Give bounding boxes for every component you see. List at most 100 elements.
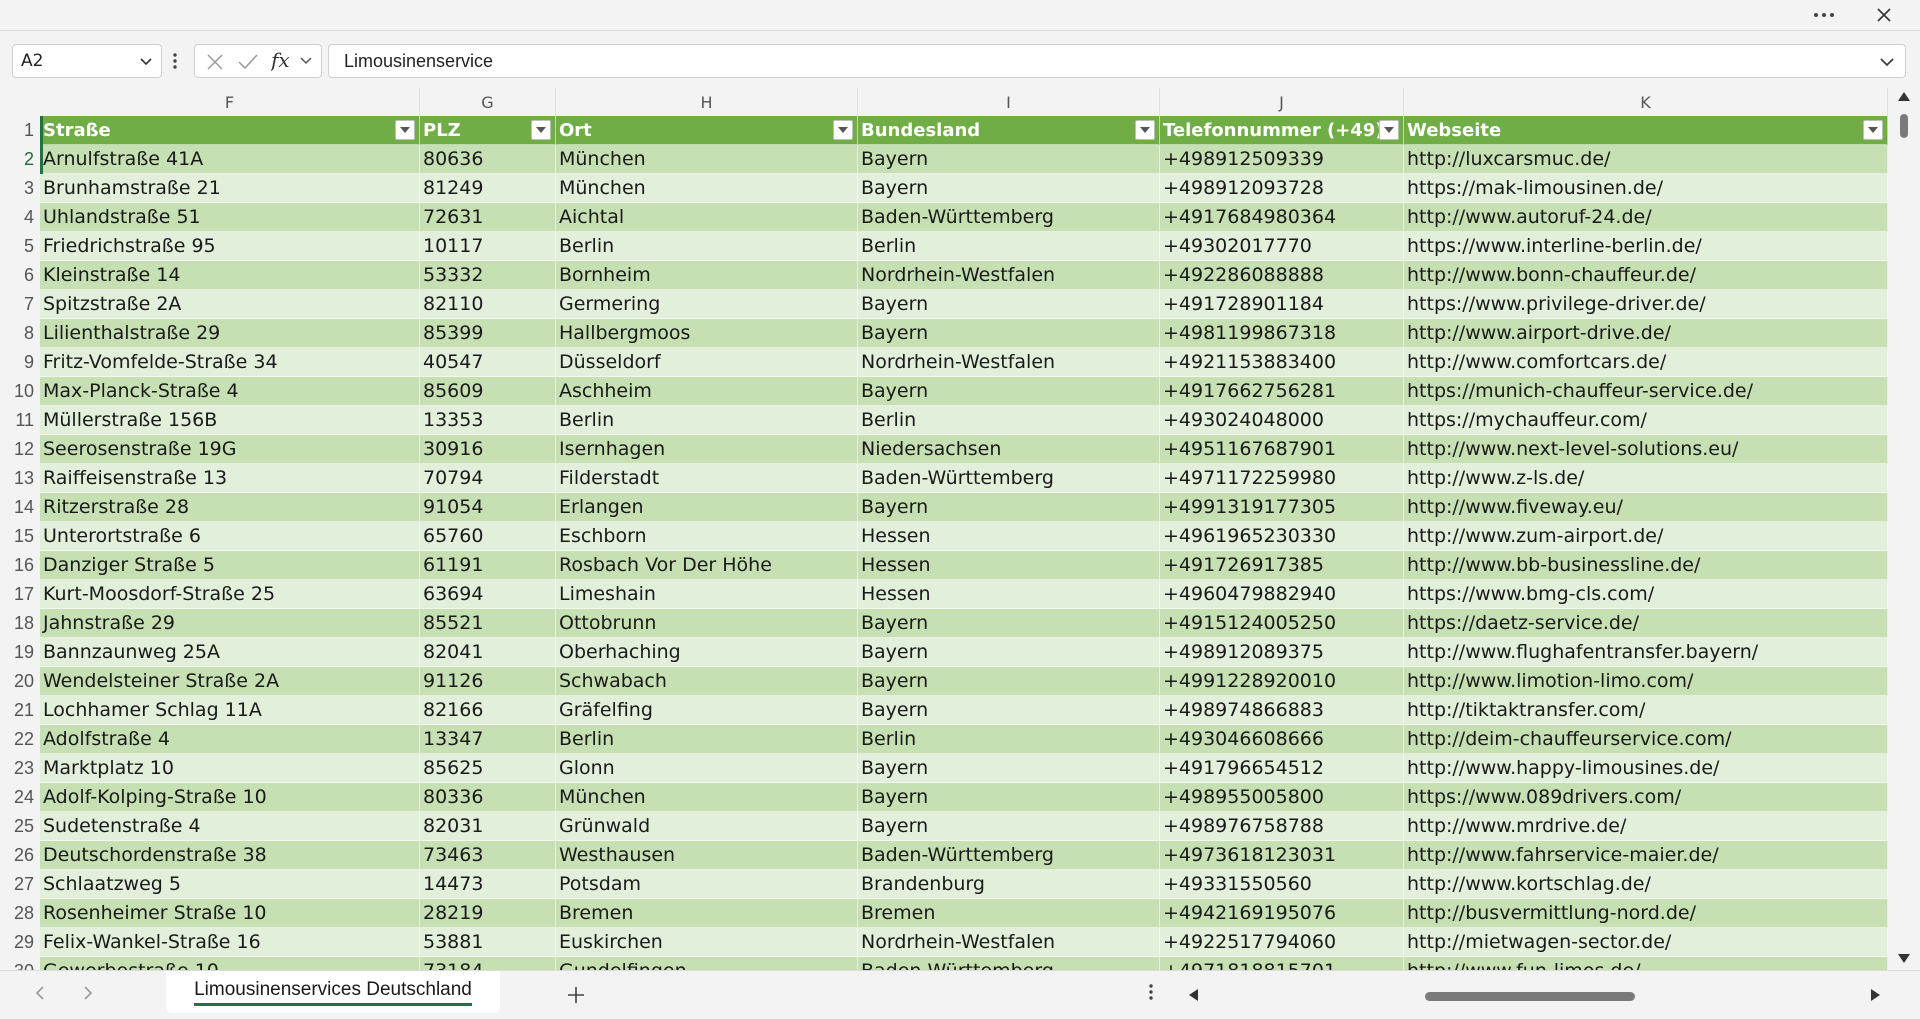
- table-cell[interactable]: Grünwald: [556, 812, 858, 841]
- table-cell[interactable]: Erlangen: [556, 493, 858, 522]
- table-cell[interactable]: https://mak-limousinen.de/: [1404, 174, 1888, 203]
- table-cell[interactable]: +493024048000: [1160, 406, 1404, 435]
- table-cell[interactable]: +4960479882940: [1160, 580, 1404, 609]
- table-cell[interactable]: München: [556, 145, 858, 174]
- table-cell[interactable]: 63694: [420, 580, 556, 609]
- table-cell[interactable]: https://www.089drivers.com/: [1404, 783, 1888, 812]
- table-cell[interactable]: Adolfstraße 4: [40, 725, 420, 754]
- row-header[interactable]: 17: [0, 580, 40, 609]
- table-cell[interactable]: http://busvermittlung-nord.de/: [1404, 899, 1888, 928]
- table-cell[interactable]: +498912509339: [1160, 145, 1404, 174]
- scroll-right-icon[interactable]: [1871, 989, 1880, 1001]
- table-cell[interactable]: 80636: [420, 145, 556, 174]
- table-cell[interactable]: Hessen: [858, 522, 1160, 551]
- row-header[interactable]: 24: [0, 783, 40, 812]
- table-cell[interactable]: http://www.flughafentransfer.bayern/: [1404, 638, 1888, 667]
- table-cell[interactable]: Rosenheimer Straße 10: [40, 899, 420, 928]
- table-cell[interactable]: 82041: [420, 638, 556, 667]
- row-header[interactable]: 9: [0, 348, 40, 377]
- table-cell[interactable]: https://www.bmg-cls.com/: [1404, 580, 1888, 609]
- table-cell[interactable]: Brandenburg: [858, 870, 1160, 899]
- table-cell[interactable]: Lilienthalstraße 29: [40, 319, 420, 348]
- row-header[interactable]: 6: [0, 261, 40, 290]
- table-cell[interactable]: Berlin: [858, 725, 1160, 754]
- close-button[interactable]: [1870, 4, 1898, 26]
- row-header[interactable]: 7: [0, 290, 40, 319]
- table-cell[interactable]: +491726917385: [1160, 551, 1404, 580]
- row-header[interactable]: 3: [0, 174, 40, 203]
- table-cell[interactable]: Müllerstraße 156B: [40, 406, 420, 435]
- table-cell[interactable]: Arnulfstraße 41A: [40, 145, 420, 174]
- table-cell[interactable]: 85399: [420, 319, 556, 348]
- table-cell[interactable]: Baden-Württemberg: [858, 957, 1160, 970]
- table-cell[interactable]: 53332: [420, 261, 556, 290]
- table-cell[interactable]: Nordrhein-Westfalen: [858, 348, 1160, 377]
- filter-dropdown-icon[interactable]: [1135, 120, 1155, 140]
- confirm-button[interactable]: [237, 52, 259, 76]
- table-cell[interactable]: 82031: [420, 812, 556, 841]
- table-cell[interactable]: +4991319177305: [1160, 493, 1404, 522]
- table-cell[interactable]: 73463: [420, 841, 556, 870]
- table-cell[interactable]: Hessen: [858, 580, 1160, 609]
- table-cell[interactable]: Marktplatz 10: [40, 754, 420, 783]
- table-cell[interactable]: Spitzstraße 2A: [40, 290, 420, 319]
- table-cell[interactable]: http://luxcarsmuc.de/: [1404, 145, 1888, 174]
- filter-dropdown-icon[interactable]: [1379, 120, 1399, 140]
- scroll-up-icon[interactable]: [1898, 92, 1910, 101]
- table-cell[interactable]: Ottobrunn: [556, 609, 858, 638]
- table-cell[interactable]: 73184: [420, 957, 556, 970]
- table-cell[interactable]: +4951167687901: [1160, 435, 1404, 464]
- table-cell[interactable]: Oberhaching: [556, 638, 858, 667]
- vertical-scrollbar[interactable]: [1888, 88, 1920, 970]
- filter-dropdown-icon[interactable]: [395, 120, 415, 140]
- table-cell[interactable]: https://munich-chauffeur-service.de/: [1404, 377, 1888, 406]
- table-cell[interactable]: Friedrichstraße 95: [40, 232, 420, 261]
- table-cell[interactable]: Bayern: [858, 290, 1160, 319]
- table-cell[interactable]: +498955005800: [1160, 783, 1404, 812]
- table-cell[interactable]: Bremen: [858, 899, 1160, 928]
- table-cell[interactable]: https://www.interline-berlin.de/: [1404, 232, 1888, 261]
- table-cell[interactable]: 13353: [420, 406, 556, 435]
- table-cell[interactable]: +4922517794060: [1160, 928, 1404, 957]
- row-header[interactable]: 16: [0, 551, 40, 580]
- table-cell[interactable]: Kurt-Moosdorf-Straße 25: [40, 580, 420, 609]
- table-cell[interactable]: Bayern: [858, 319, 1160, 348]
- table-cell[interactable]: 65760: [420, 522, 556, 551]
- table-cell[interactable]: Potsdam: [556, 870, 858, 899]
- table-cell[interactable]: 81249: [420, 174, 556, 203]
- table-cell[interactable]: München: [556, 783, 858, 812]
- table-cell[interactable]: Aschheim: [556, 377, 858, 406]
- table-cell[interactable]: 82166: [420, 696, 556, 725]
- table-cell[interactable]: Glonn: [556, 754, 858, 783]
- table-cell[interactable]: Felix-Wankel-Straße 16: [40, 928, 420, 957]
- table-cell[interactable]: 61191: [420, 551, 556, 580]
- table-cell[interactable]: http://www.airport-drive.de/: [1404, 319, 1888, 348]
- table-cell[interactable]: +498912093728: [1160, 174, 1404, 203]
- table-cell[interactable]: Nordrhein-Westfalen: [858, 261, 1160, 290]
- table-cell[interactable]: Bayern: [858, 145, 1160, 174]
- formula-input[interactable]: Limousinenservice: [328, 44, 1906, 78]
- row-header[interactable]: 18: [0, 609, 40, 638]
- table-cell[interactable]: +4917662756281: [1160, 377, 1404, 406]
- table-cell[interactable]: +498976758788: [1160, 812, 1404, 841]
- header-cell[interactable]: PLZ: [420, 116, 556, 145]
- table-cell[interactable]: +491728901184: [1160, 290, 1404, 319]
- table-cell[interactable]: +4981199867318: [1160, 319, 1404, 348]
- table-cell[interactable]: 30916: [420, 435, 556, 464]
- table-cell[interactable]: Niedersachsen: [858, 435, 1160, 464]
- horizontal-scrollbar[interactable]: [1185, 985, 1885, 1007]
- table-cell[interactable]: http://www.bb-businessline.de/: [1404, 551, 1888, 580]
- table-cell[interactable]: Berlin: [556, 725, 858, 754]
- table-cell[interactable]: Kleinstraße 14: [40, 261, 420, 290]
- table-cell[interactable]: Eschborn: [556, 522, 858, 551]
- row-header[interactable]: 28: [0, 899, 40, 928]
- table-cell[interactable]: 13347: [420, 725, 556, 754]
- table-cell[interactable]: Adolf-Kolping-Straße 10: [40, 783, 420, 812]
- table-cell[interactable]: Uhlandstraße 51: [40, 203, 420, 232]
- table-cell[interactable]: Euskirchen: [556, 928, 858, 957]
- table-cell[interactable]: http://www.fun-limos.de/: [1404, 957, 1888, 970]
- table-cell[interactable]: Danziger Straße 5: [40, 551, 420, 580]
- table-cell[interactable]: München: [556, 174, 858, 203]
- table-cell[interactable]: Bayern: [858, 754, 1160, 783]
- table-cell[interactable]: 53881: [420, 928, 556, 957]
